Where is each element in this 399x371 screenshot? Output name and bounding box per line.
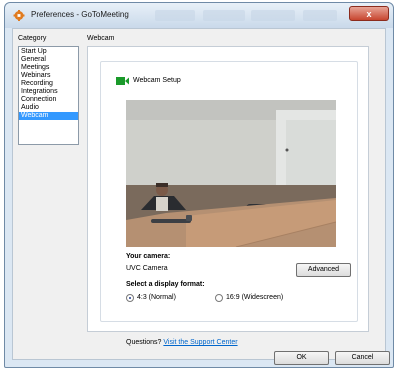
preferences-window: Preferences - GoToMeeting x Category Sta… <box>4 2 394 368</box>
gear-icon <box>13 10 25 21</box>
support-center-link[interactable]: Visit the Support Center <box>163 339 237 346</box>
blurred-background-tab <box>251 10 295 21</box>
format-radio-normal[interactable] <box>126 294 134 302</box>
dialog-client-area: Category Start Up General Meetings Webin… <box>12 28 390 365</box>
category-item-recording[interactable]: Recording <box>19 80 78 88</box>
category-item-webinars[interactable]: Webinars <box>19 72 78 80</box>
group-title: Webcam Setup <box>133 77 181 84</box>
questions-text: Questions? <box>126 339 162 346</box>
webcam-icon <box>116 77 129 85</box>
ok-button[interactable]: OK <box>274 351 329 365</box>
category-list[interactable]: Start Up General Meetings Webinars Recor… <box>18 46 79 145</box>
support-line: Questions? Visit the Support Center <box>126 339 238 346</box>
section-heading: Webcam <box>87 35 115 42</box>
category-item-general[interactable]: General <box>19 56 78 64</box>
category-item-connection[interactable]: Connection <box>19 96 78 104</box>
title-bar[interactable]: Preferences - GoToMeeting x <box>5 3 393 28</box>
format-radio-widescreen[interactable] <box>215 294 223 302</box>
blurred-background-tab <box>155 10 195 21</box>
group-header: Webcam Setup <box>116 75 181 87</box>
format-option-normal-label[interactable]: 4:3 (Normal) <box>137 294 176 301</box>
webcam-settings-panel: Webcam Setup Your camera: UVC Camera Adv… <box>87 46 369 346</box>
webcam-video-frame <box>126 100 336 247</box>
category-item-audio[interactable]: Audio <box>19 104 78 112</box>
display-format-label: Select a display format: <box>126 281 205 288</box>
category-item-webcam[interactable]: Webcam <box>19 112 78 120</box>
advanced-button[interactable]: Advanced <box>296 263 351 277</box>
camera-name: UVC Camera <box>126 265 168 272</box>
blurred-background-tab <box>203 10 245 21</box>
window-title: Preferences - GoToMeeting <box>31 10 129 19</box>
category-item-meetings[interactable]: Meetings <box>19 64 78 72</box>
format-option-widescreen-label[interactable]: 16:9 (Widescreen) <box>226 294 283 301</box>
cancel-button[interactable]: Cancel <box>335 351 390 365</box>
close-icon: x <box>366 9 372 19</box>
category-item-start-up[interactable]: Start Up <box>19 48 78 56</box>
category-label: Category <box>18 35 47 42</box>
category-item-integrations[interactable]: Integrations <box>19 88 78 96</box>
blurred-background-tab <box>303 10 337 21</box>
close-button[interactable]: x <box>349 6 389 21</box>
webcam-preview <box>126 100 336 247</box>
camera-label: Your camera: <box>126 253 171 260</box>
